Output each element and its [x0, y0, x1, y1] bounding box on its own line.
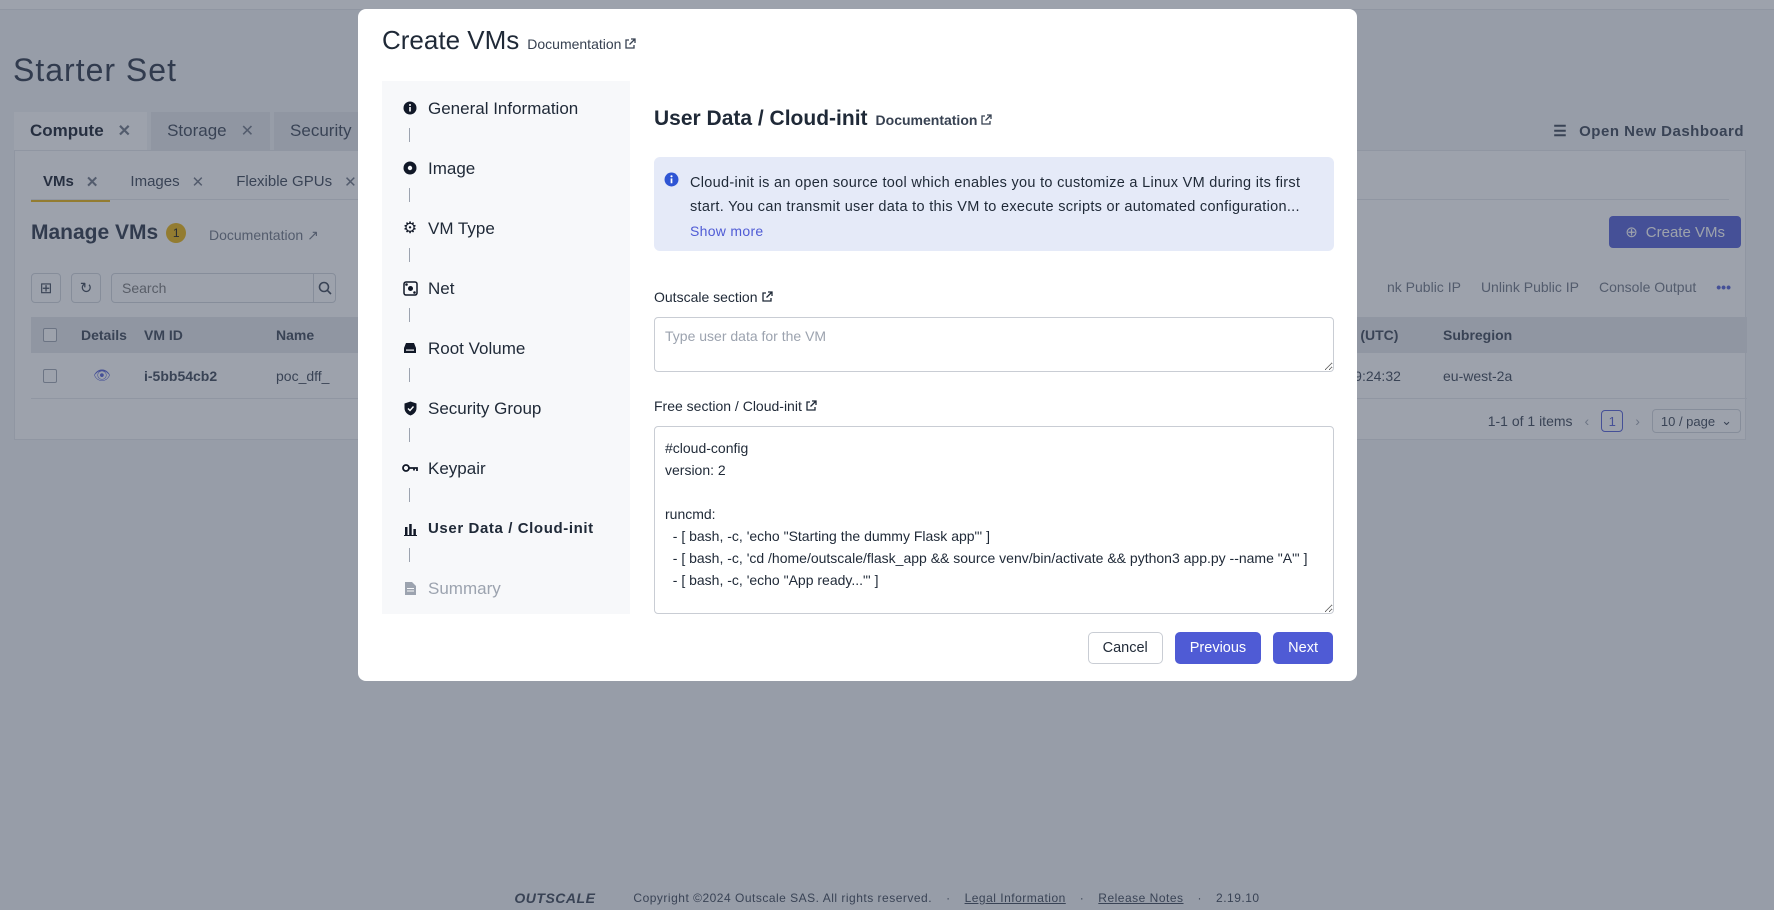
disc-icon	[402, 160, 418, 176]
step-connector	[409, 128, 410, 142]
step-connector	[409, 548, 410, 562]
free-section-label[interactable]: Free section / Cloud-init	[654, 398, 817, 414]
modal-title-text: Create VMs	[382, 25, 520, 55]
step-connector	[409, 248, 410, 262]
documentation-label: Documentation	[527, 36, 622, 52]
outscale-section-text: Outscale section	[654, 289, 758, 305]
network-icon	[402, 280, 418, 296]
info-icon	[664, 171, 679, 195]
create-vms-modal: Create VMs Documentation General Informa…	[358, 9, 1357, 681]
step-content: User Data / Cloud-init Documentation Clo…	[654, 81, 1334, 614]
step-label: Keypair	[428, 459, 486, 478]
gear-icon: ⚙	[402, 220, 418, 237]
key-icon	[402, 460, 418, 476]
documentation-label: Documentation	[875, 112, 978, 128]
step-label: Summary	[428, 579, 501, 598]
step-image[interactable]: Image	[402, 141, 630, 202]
outscale-user-data-textarea[interactable]	[654, 317, 1334, 372]
previous-button[interactable]: Previous	[1174, 632, 1262, 664]
step-label: Security Group	[428, 399, 542, 418]
info-alert: Cloud-init is an open source tool which …	[654, 157, 1334, 251]
file-icon	[402, 580, 418, 596]
step-root-volume[interactable]: Root Volume	[402, 321, 630, 382]
step-security-group[interactable]: Security Group	[402, 381, 630, 442]
step-connector	[409, 368, 410, 382]
step-general-information[interactable]: General Information	[402, 81, 630, 142]
modal-title: Create VMs Documentation	[382, 25, 637, 56]
wizard-steps: General Information Image ⚙ VM Type Net …	[382, 81, 630, 614]
outscale-section-label[interactable]: Outscale section	[654, 289, 773, 305]
shield-icon	[402, 400, 418, 416]
free-section-text: Free section / Cloud-init	[654, 398, 802, 414]
step-label: User Data / Cloud-init	[428, 520, 594, 537]
cloud-init-textarea[interactable]: #cloud-config version: 2 runcmd: - [ bas…	[654, 426, 1334, 614]
step-keypair[interactable]: Keypair	[402, 441, 630, 502]
step-summary[interactable]: Summary	[402, 561, 630, 614]
step-label: General Information	[428, 99, 579, 118]
external-link-icon	[806, 400, 817, 411]
step-connector	[409, 428, 410, 442]
step-net[interactable]: Net	[402, 261, 630, 322]
step-connector	[409, 188, 410, 202]
modal-footer-buttons: Cancel Previous Next	[1087, 632, 1333, 664]
step-vm-type[interactable]: ⚙ VM Type	[402, 201, 630, 262]
step-label: Net	[428, 279, 455, 298]
cancel-button[interactable]: Cancel	[1087, 632, 1163, 664]
bar-chart-icon	[402, 521, 418, 537]
next-button[interactable]: Next	[1273, 632, 1333, 664]
section-title: User Data / Cloud-init Documentation	[654, 107, 993, 131]
drive-icon	[402, 340, 418, 356]
external-link-icon	[625, 38, 637, 49]
step-label: VM Type	[428, 219, 495, 238]
info-text: Cloud-init is an open source tool which …	[690, 175, 1301, 215]
external-link-icon	[761, 291, 773, 302]
external-link-icon	[981, 114, 993, 125]
step-label: Root Volume	[428, 339, 526, 358]
section-title-text: User Data / Cloud-init	[654, 107, 868, 130]
step-connector	[409, 488, 410, 502]
step-label: Image	[428, 159, 476, 178]
info-circle-icon	[402, 100, 418, 116]
modal-documentation-link[interactable]: Documentation	[527, 36, 637, 52]
section-documentation-link[interactable]: Documentation	[876, 112, 993, 128]
step-connector	[409, 308, 410, 322]
step-user-data[interactable]: User Data / Cloud-init	[402, 501, 630, 562]
show-more-link[interactable]: Show more	[690, 223, 764, 239]
